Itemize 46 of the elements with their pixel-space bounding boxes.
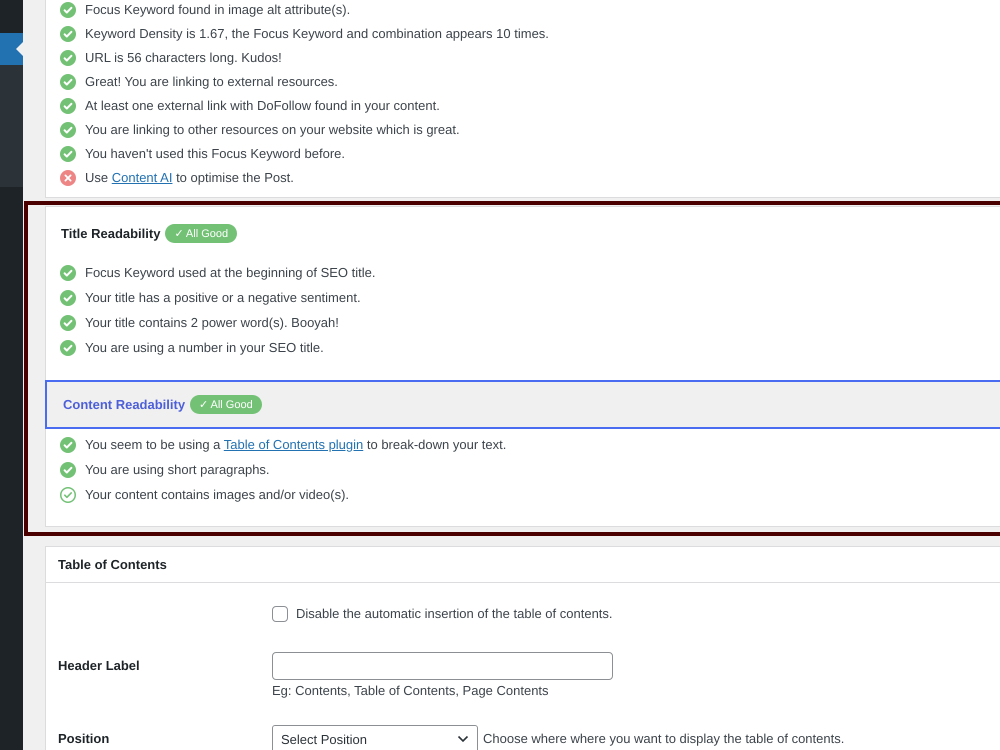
chevron-down-icon [457, 735, 469, 743]
check-text: You are linking to other resources on your website which is great. [85, 121, 460, 139]
error-circle-icon [60, 170, 76, 186]
position-select[interactable]: Select Position [272, 725, 478, 750]
check-text: Focus Keyword used at the beginning of SEO title. [85, 264, 376, 282]
check-text: Your title contains 2 power word(s). Booyah! [85, 314, 339, 332]
check-circle-icon [60, 98, 76, 114]
header-label-input[interactable] [272, 652, 613, 680]
check-circle-icon [60, 462, 76, 478]
active-menu-item[interactable] [0, 33, 23, 65]
check-text: Your content contains images and/or video(s). [85, 486, 350, 504]
check-text: You are using short paragraphs. [85, 460, 270, 478]
field-hint: Eg: Contents, Table of Contents, Page Contents [272, 683, 549, 699]
check-circle-icon [60, 264, 76, 280]
section-title: Content Readability [63, 397, 186, 412]
field-label: Header Label [58, 658, 140, 674]
check-text: Keyword Density is 1.67, the Focus Keyword and combination appears 10 times. [85, 25, 549, 43]
inline-link[interactable]: Content AI [112, 170, 172, 185]
status-pill: ✓ All Good [190, 395, 262, 414]
check-text: You seem to be using a Table of Contents plugin to break-down your text. [85, 436, 506, 454]
check-text: Focus Keyword found in image alt attribute(s). [85, 1, 350, 19]
check-circle-icon [60, 122, 76, 138]
section-title: Title Readability [61, 226, 160, 240]
check-text: URL is 56 characters long. Kudos! [85, 49, 282, 67]
check-circle-icon [60, 314, 76, 330]
check-text: Your title has a positive or a negative sentiment. [85, 288, 361, 306]
status-pill: ✓ All Good [165, 224, 238, 242]
field-hint: Choose where where you want to display the table of contents. [483, 731, 844, 747]
check-text: Great! You are linking to external resources. [85, 73, 338, 91]
check-circle-icon [60, 340, 76, 356]
check-text: Use Content AI to optimise the Post. [85, 169, 294, 187]
check-circle-icon [60, 146, 76, 162]
check-text: You haven't used this Focus Keyword before. [85, 145, 345, 163]
check-circle-icon [60, 436, 76, 452]
check-circle-icon [60, 50, 76, 66]
checkbox-label: Disable the automatic insertion of the table of contents. [296, 606, 613, 622]
check-text: At least one external link with DoFollow found in your content. [85, 97, 440, 115]
field-label: Position [58, 731, 110, 747]
panel-title: Table of Contents [58, 556, 167, 572]
check-circle-icon [60, 26, 76, 42]
checkbox[interactable] [272, 606, 288, 622]
check-text: You are using a number in your SEO title. [85, 338, 324, 356]
check-circle-outline-icon [60, 486, 76, 502]
check-circle-icon [60, 290, 76, 306]
check-circle-icon [60, 74, 76, 90]
inline-link[interactable]: Table of Contents plugin [224, 436, 364, 452]
